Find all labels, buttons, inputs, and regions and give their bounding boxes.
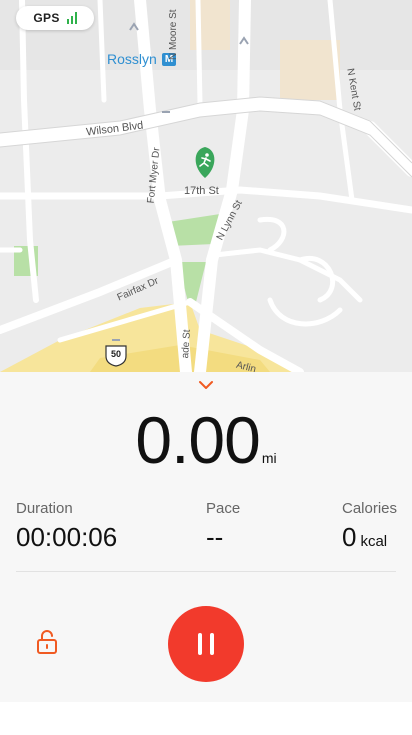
duration-value: 00:00:06 [16,522,118,552]
map-label-ade-st: ade St [180,329,193,359]
distance-unit: mi [261,450,277,466]
duration-label: Duration [16,500,73,517]
lock-open-icon[interactable] [36,629,58,655]
chevron-down-icon[interactable] [198,380,214,390]
calories-number: 0 [342,522,357,552]
stats-divider [16,571,396,572]
gps-signal-icon [66,12,77,24]
pace-label: Pace [206,500,241,517]
calories-value: 0 kcal [342,522,387,553]
distance-display: 0.00 mi [0,402,412,478]
calories-label: Calories [342,500,398,517]
pace-value: -- [206,522,224,552]
running-person-icon [195,147,215,178]
map-view[interactable]: Rosslyn M Wilson Blvd N Moore St N Kent … [0,0,412,372]
calories-unit: kcal [360,533,388,550]
us-50-label: 50 [110,349,121,359]
pause-icon [198,633,202,655]
pause-button[interactable] [168,606,244,682]
map-label-rosslyn: Rosslyn [107,51,157,67]
map-label-n-moore-st: N Moore St [168,9,179,60]
gps-status-pill: GPS [16,6,94,30]
distance-value: 0.00 [135,403,260,477]
gps-label: GPS [33,11,60,25]
map-label-17th-st: 17th St [184,185,219,197]
building-area [280,40,340,100]
